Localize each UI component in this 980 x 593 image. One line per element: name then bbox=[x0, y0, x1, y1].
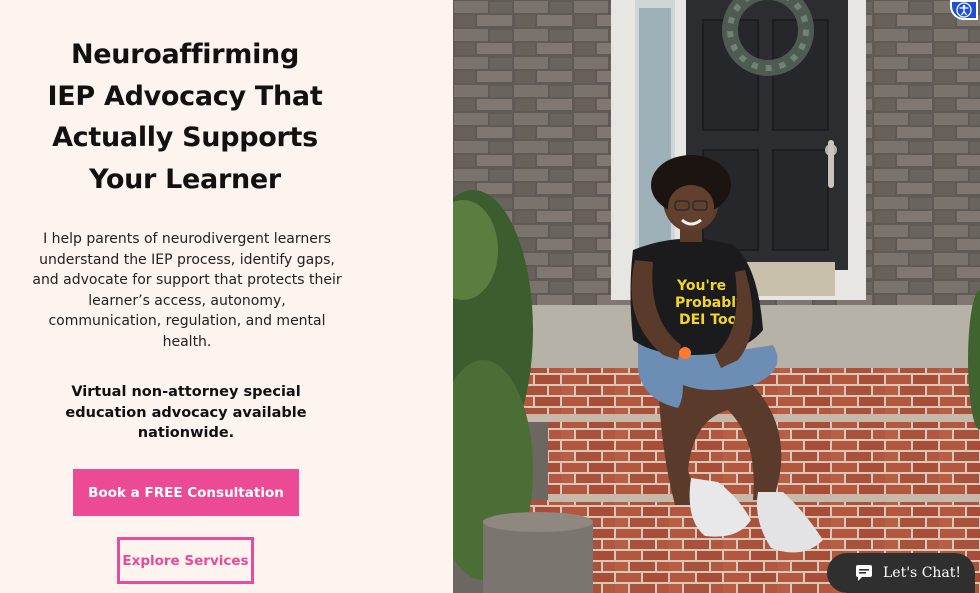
title-line: IEP Advocacy That bbox=[47, 80, 323, 112]
chat-label: Let's Chat! bbox=[883, 565, 962, 581]
hero-note: Virtual non-attorney special education a… bbox=[65, 384, 307, 441]
shirt-text: You're bbox=[676, 278, 726, 294]
hero-photo: You're Probably DEI Too. bbox=[453, 0, 980, 593]
chat-bubble-icon bbox=[853, 564, 875, 582]
title-line: Neuroaffirming bbox=[70, 39, 300, 70]
title-line: Your Learner bbox=[89, 163, 281, 195]
shirt-text: Probably bbox=[675, 295, 745, 311]
title-line: Actually Supports bbox=[52, 122, 318, 153]
hero-description: I help parents of neurodivergent learner… bbox=[32, 231, 342, 350]
hero-content: Neuroaffirming IEP Advocacy That Actuall… bbox=[0, 0, 453, 593]
explore-services-button[interactable]: Explore Services bbox=[117, 537, 254, 584]
page-title: Neuroaffirming IEP Advocacy That Actuall… bbox=[20, 34, 350, 200]
chat-widget[interactable]: Let's Chat! bbox=[827, 553, 975, 593]
hero-photo-illustration: You're Probably DEI Too. bbox=[453, 0, 980, 593]
book-consultation-button[interactable]: Book a FREE Consultation bbox=[73, 469, 299, 516]
accessibility-icon bbox=[956, 2, 972, 18]
